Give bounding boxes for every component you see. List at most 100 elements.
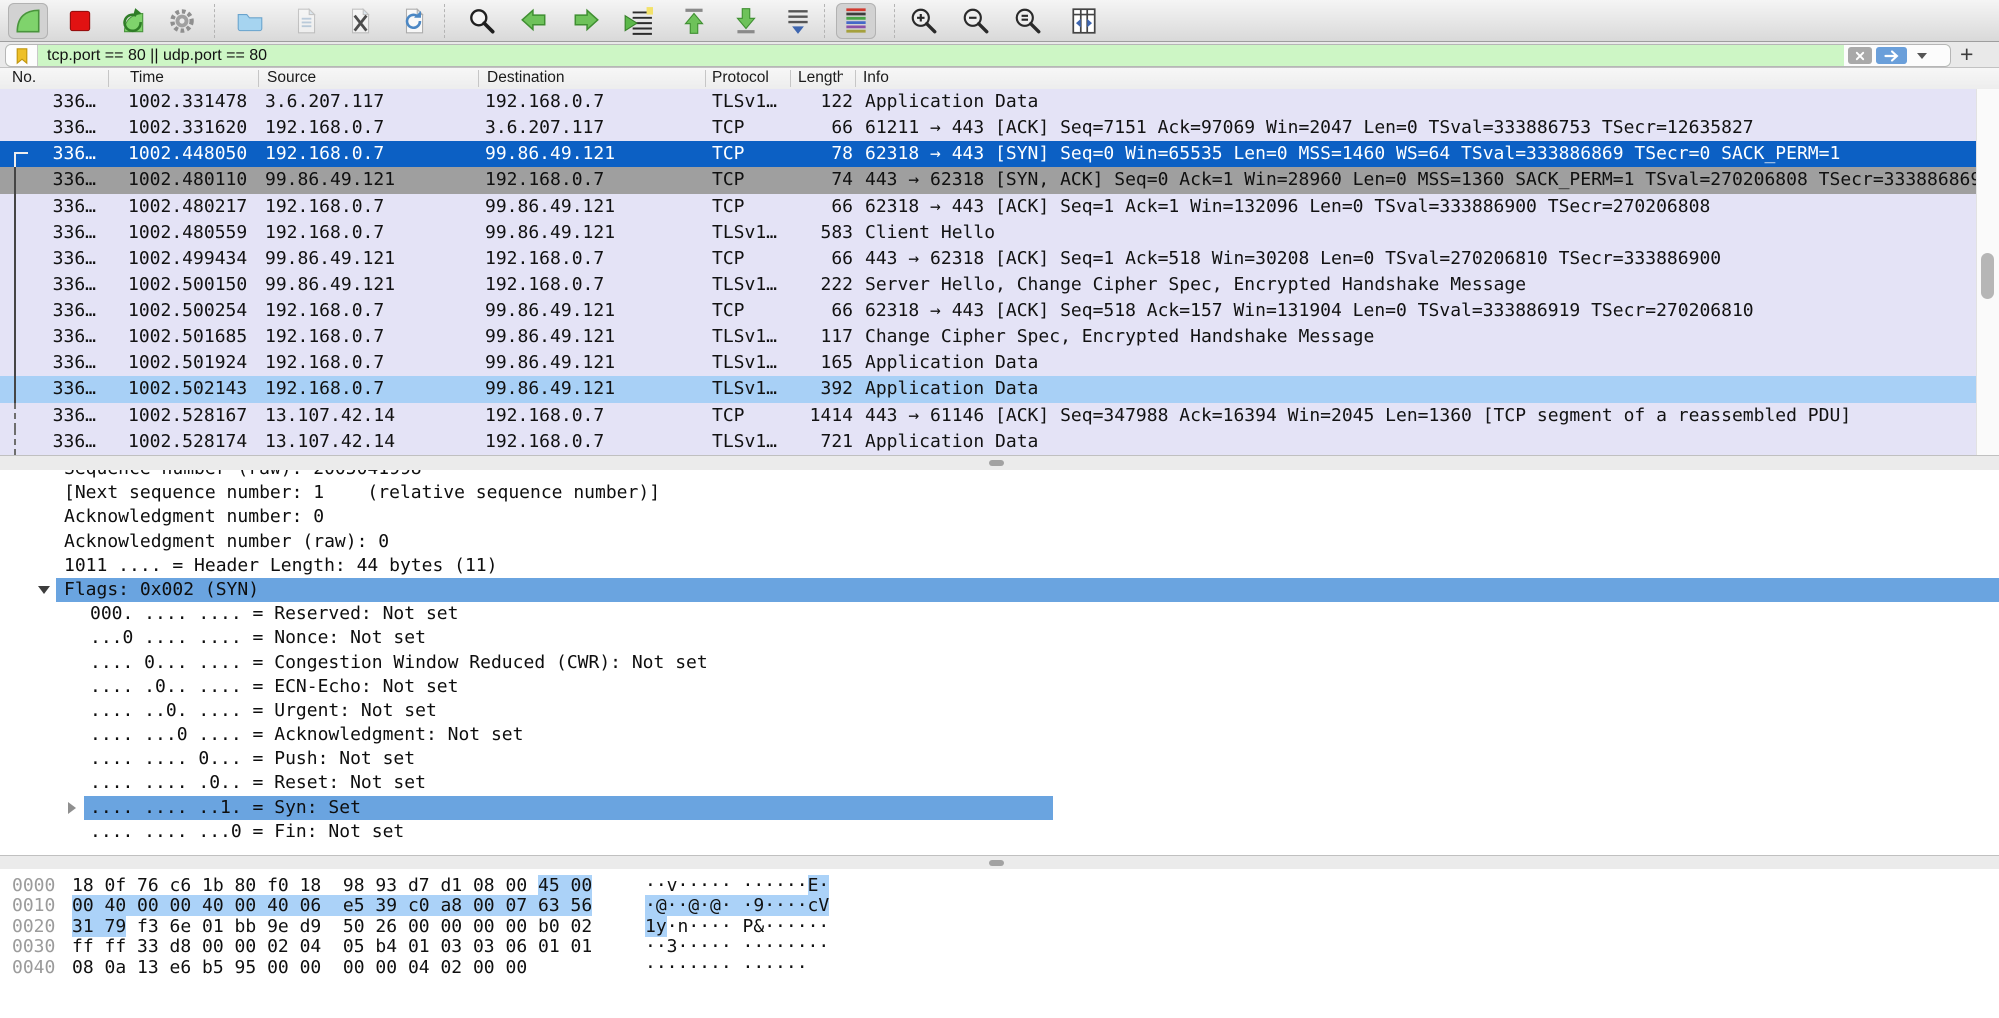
byte-offset-text: 0030 xyxy=(12,936,55,957)
expand-arrow-icon[interactable] xyxy=(68,802,76,814)
column-header-time[interactable]: Time xyxy=(130,68,164,88)
cell-no: 336… xyxy=(12,246,96,272)
packet-row[interactable]: 336…1002.52816713.107.42.14192.168.0.7TC… xyxy=(0,403,1976,429)
detail-tree-row[interactable]: .... .... .0.. = Reset: Not set xyxy=(0,771,1999,795)
filter-bookmark-button[interactable] xyxy=(6,45,38,66)
splitter-grip[interactable] xyxy=(989,860,1004,866)
zoom-in-button[interactable] xyxy=(904,3,944,39)
column-separator[interactable] xyxy=(855,70,856,87)
detail-tree-row[interactable]: .... .... 0... = Push: Not set xyxy=(0,747,1999,771)
detail-tree-row[interactable]: .... .... ...0 = Fin: Not set xyxy=(0,820,1999,844)
detail-tree-row[interactable]: .... ...0 .... = Acknowledgment: Not set xyxy=(0,723,1999,747)
packet-row[interactable]: 336…1002.501924192.168.0.799.86.49.121TL… xyxy=(0,350,1976,376)
detail-tree-row[interactable]: Acknowledgment number: 0 xyxy=(0,505,1999,529)
column-separator[interactable] xyxy=(258,70,259,87)
file-reload-button[interactable] xyxy=(394,3,434,39)
packet-row[interactable]: 336…1002.52817413.107.42.14192.168.0.7TL… xyxy=(0,429,1976,455)
cell-destination: 192.168.0.7 xyxy=(485,272,604,298)
cell-length: 122 xyxy=(763,89,853,115)
column-header-protocol[interactable]: Protocol xyxy=(712,68,769,88)
cell-destination: 192.168.0.7 xyxy=(485,89,604,115)
column-separator[interactable] xyxy=(790,70,791,87)
go-to-packet-button[interactable] xyxy=(618,3,658,39)
display-filter-input[interactable]: tcp.port == 80 || udp.port == 80 xyxy=(5,44,1951,67)
byte-offset-text: 0040 xyxy=(12,957,55,978)
column-header-length[interactable]: Length xyxy=(798,68,843,88)
packet-row[interactable]: 336…1002.480559192.168.0.799.86.49.121TL… xyxy=(0,220,1976,246)
auto-scroll-button[interactable] xyxy=(778,3,818,39)
cell-source: 192.168.0.7 xyxy=(265,115,384,141)
column-header-destination[interactable]: Destination xyxy=(487,68,565,88)
detail-tree-row[interactable]: .... .... ..1. = Syn: Set xyxy=(0,796,1999,820)
hex-bytes-text: f3 6e 01 bb 9e d9 50 26 00 00 00 00 b0 0… xyxy=(126,916,592,937)
collapse-arrow-icon[interactable] xyxy=(38,586,50,594)
packet-row[interactable]: 336…1002.502143192.168.0.799.86.49.121TL… xyxy=(0,376,1976,402)
zoom-original-button[interactable] xyxy=(1008,3,1048,39)
list-detail-splitter[interactable] xyxy=(0,455,1999,471)
file-open-button[interactable] xyxy=(230,3,270,39)
packet-row[interactable]: 336…1002.480217192.168.0.799.86.49.121TC… xyxy=(0,194,1976,220)
go-bottom-button[interactable] xyxy=(726,3,766,39)
hex-row[interactable]: 001000 40 00 00 40 00 40 06 e5 39 c0 a8 … xyxy=(0,896,1999,916)
cell-length: 165 xyxy=(763,350,853,376)
hex-row[interactable]: 002031 79 f3 6e 01 bb 9e d9 50 26 00 00 … xyxy=(0,917,1999,937)
file-save-button[interactable] xyxy=(286,3,326,39)
column-separator[interactable] xyxy=(478,70,479,87)
detail-tree-row[interactable]: Sequence number (raw): 2005041998 xyxy=(0,470,1999,481)
go-top-button[interactable] xyxy=(674,3,714,39)
splitter-grip[interactable] xyxy=(989,460,1004,466)
column-header-info[interactable]: Info xyxy=(863,68,889,88)
detail-tree-row[interactable]: Flags: 0x002 (SYN) xyxy=(0,578,1999,602)
packet-row[interactable]: 336…1002.501685192.168.0.799.86.49.121TL… xyxy=(0,324,1976,350)
packet-row[interactable]: 336…1002.3314783.6.207.117192.168.0.7TLS… xyxy=(0,89,1976,115)
find-packet-button[interactable] xyxy=(462,3,502,39)
resize-columns-button[interactable] xyxy=(1064,3,1104,39)
detail-tree-row[interactable]: .... ..0. .... = Urgent: Not set xyxy=(0,699,1999,723)
packet-row[interactable]: 336…1002.331620192.168.0.73.6.207.117TCP… xyxy=(0,115,1976,141)
go-forward-button[interactable] xyxy=(566,3,606,39)
packet-row[interactable]: 336…1002.48011099.86.49.121192.168.0.7TC… xyxy=(0,167,1976,193)
capture-stop-icon xyxy=(65,6,95,36)
hex-row[interactable]: 0030ff ff 33 d8 00 00 02 04 05 b4 01 03 … xyxy=(0,937,1999,957)
packet-row[interactable]: 336…1002.50015099.86.49.121192.168.0.7TL… xyxy=(0,272,1976,298)
detail-tree-row[interactable]: ...0 .... .... = Nonce: Not set xyxy=(0,626,1999,650)
detail-tree-row[interactable]: .... 0... .... = Congestion Window Reduc… xyxy=(0,651,1999,675)
go-back-button[interactable] xyxy=(514,3,554,39)
detail-tree-row[interactable]: 1011 .... = Header Length: 44 bytes (11) xyxy=(0,554,1999,578)
add-filter-button[interactable]: + xyxy=(1960,42,1973,67)
capture-stop-button[interactable] xyxy=(60,3,100,39)
cell-destination: 99.86.49.121 xyxy=(485,141,615,167)
detail-tree-row[interactable]: Acknowledgment number (raw): 0 xyxy=(0,530,1999,554)
byte-offset: 0040 xyxy=(12,958,55,979)
packet-row[interactable]: 336…1002.49943499.86.49.121192.168.0.7TC… xyxy=(0,246,1976,272)
detail-tree-row[interactable]: 000. .... .... = Reserved: Not set xyxy=(0,602,1999,626)
cell-info: Application Data xyxy=(865,429,1976,455)
hex-dump: 000018 0f 76 c6 1b 80 f0 18 98 93 d7 d1 … xyxy=(0,869,1999,978)
cell-source: 192.168.0.7 xyxy=(265,194,384,220)
capture-start-icon xyxy=(13,6,43,36)
colorize-button[interactable] xyxy=(836,3,876,39)
column-header-no[interactable]: No. xyxy=(12,68,36,88)
scrollbar-thumb[interactable] xyxy=(1981,253,1994,299)
packet-row[interactable]: 336…1002.500254192.168.0.799.86.49.121TC… xyxy=(0,298,1976,324)
cell-time: 1002.331478 xyxy=(128,89,247,115)
ascii-bytes: ··v····· ······E· xyxy=(645,876,829,897)
capture-options-button[interactable] xyxy=(162,3,202,39)
filter-clear-button[interactable] xyxy=(1848,47,1872,64)
column-separator[interactable] xyxy=(705,70,706,87)
filter-apply-button[interactable] xyxy=(1876,47,1907,64)
capture-start-button[interactable] xyxy=(8,3,48,39)
detail-tree-row[interactable]: .... .0.. .... = ECN-Echo: Not set xyxy=(0,675,1999,699)
detail-field-text: .... .... 0... = Push: Not set xyxy=(90,748,415,769)
column-separator[interactable] xyxy=(108,70,109,87)
packet-list-scrollbar[interactable] xyxy=(1976,89,1999,455)
column-header-source[interactable]: Source xyxy=(267,68,316,88)
filter-history-dropdown[interactable] xyxy=(1917,53,1927,59)
hex-row[interactable]: 000018 0f 76 c6 1b 80 f0 18 98 93 d7 d1 … xyxy=(0,876,1999,896)
detail-tree-row[interactable]: [Next sequence number: 1 (relative seque… xyxy=(0,481,1999,505)
hex-row[interactable]: 004008 0a 13 e6 b5 95 00 00 00 00 04 02 … xyxy=(0,958,1999,978)
capture-restart-button[interactable] xyxy=(112,3,152,39)
zoom-out-button[interactable] xyxy=(956,3,996,39)
file-close-button[interactable] xyxy=(340,3,380,39)
packet-row[interactable]: 336…1002.448050192.168.0.799.86.49.121TC… xyxy=(0,141,1976,167)
